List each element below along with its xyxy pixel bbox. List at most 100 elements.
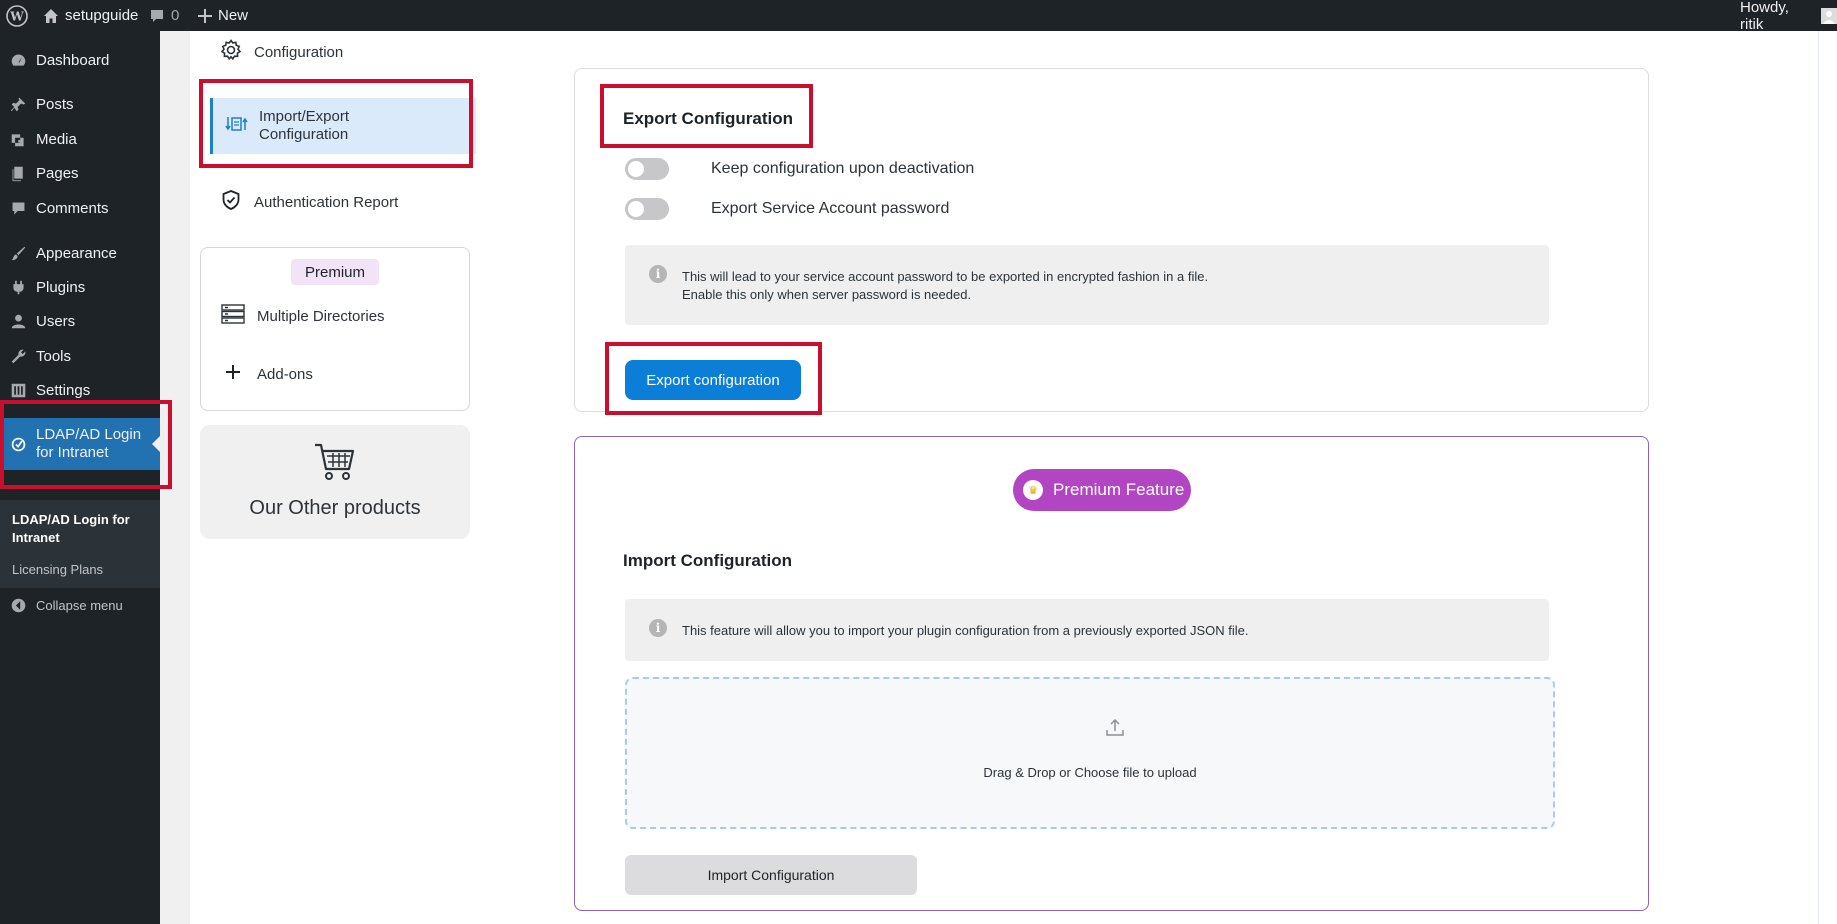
other-products-card[interactable]: Our Other products (200, 425, 470, 539)
crown-icon: ♛ (1023, 480, 1043, 500)
menu-label-dashboard: Dashboard (36, 51, 110, 69)
new-label: New (218, 7, 249, 24)
plugin-icon (0, 279, 36, 296)
current-menu-arrow (152, 436, 160, 452)
toggle-knob (628, 201, 644, 217)
info-icon: i (649, 619, 667, 637)
ldap-plugin-icon (0, 436, 36, 453)
ldap-submenu: LDAP/AD Login for Intranet Licensing Pla… (0, 500, 160, 588)
wrench-icon (0, 348, 36, 365)
menu-item-media[interactable]: Media (0, 124, 160, 154)
submenu-item-licensing[interactable]: Licensing Plans (12, 562, 103, 577)
avatar (1821, 7, 1837, 24)
other-products-label: Our Other products (249, 497, 421, 519)
media-icon (0, 131, 36, 148)
admin-bar: W setupguide 0 New Howdy, ritik (0, 0, 1837, 33)
nav-configuration[interactable]: Configuration (220, 39, 343, 65)
comments-count: 0 (171, 7, 180, 24)
import-info-text: This feature will allow you to import yo… (682, 623, 1249, 638)
export-configuration-card: Export Configuration Keep configuration … (574, 68, 1649, 412)
premium-tag: Premium (291, 259, 379, 285)
export-info-line1: This will lead to your service account p… (682, 269, 1209, 284)
nav-label-configuration: Configuration (254, 43, 344, 61)
menu-label-posts: Posts (36, 95, 74, 113)
comments-icon (0, 200, 36, 217)
plugin-nav-panel: Configuration Import/Export Configuratio… (190, 31, 498, 924)
menu-label-appearance: Appearance (36, 244, 117, 262)
menu-item-tools[interactable]: Tools (0, 341, 160, 371)
premium-section: Premium Multiple Directories Add-ons (200, 247, 470, 411)
nav-label-import-export: Import/Export Configuration (259, 108, 350, 143)
menu-item-dashboard[interactable]: Dashboard (0, 45, 160, 75)
plus-icon (198, 8, 212, 23)
menu-item-appearance[interactable]: Appearance (0, 238, 160, 268)
nav-label-addons: Add-ons (257, 365, 313, 383)
menu-item-posts[interactable]: Posts (0, 89, 160, 119)
users-icon (0, 313, 36, 330)
import-configuration-card: ♛ Premium Feature Import Configuration i… (574, 436, 1649, 911)
export-info-box: i This will lead to your service account… (625, 245, 1549, 325)
premium-feature-label: Premium Feature (1053, 480, 1185, 499)
menu-label-ldap: LDAP/AD Login for Intranet (36, 426, 142, 461)
home-icon (43, 8, 59, 24)
pushpin-icon (0, 96, 36, 113)
keep-config-row: Keep configuration upon deactivation (625, 158, 974, 180)
divider (1818, 31, 1819, 924)
import-info-box: i This feature will allow you to import … (625, 599, 1549, 661)
my-account-link[interactable]: Howdy, ritik (1740, 0, 1837, 33)
menu-item-plugins[interactable]: Plugins (0, 272, 160, 302)
export-info-line2: Enable this only when server password is… (682, 287, 972, 302)
import-title: Import Configuration (623, 551, 793, 570)
export-password-label: Export Service Account password (711, 200, 950, 217)
menu-item-users[interactable]: Users (0, 306, 160, 336)
dashboard-icon (0, 52, 36, 69)
collapse-menu-button[interactable]: Collapse menu (0, 590, 160, 620)
export-password-toggle[interactable] (625, 198, 669, 220)
shield-check-icon (220, 189, 242, 215)
menu-label-tools: Tools (36, 347, 72, 365)
keep-config-toggle[interactable] (625, 158, 669, 180)
menu-label-settings: Settings (36, 381, 91, 399)
menu-label-comments: Comments (36, 199, 109, 217)
dropzone-text: Drag & Drop or Choose file to upload (983, 765, 1197, 780)
menu-item-comments[interactable]: Comments (0, 193, 160, 223)
main-content: Export Configuration Keep configuration … (498, 31, 1837, 924)
nav-authentication-report[interactable]: Authentication Report (220, 189, 398, 215)
menu-item-settings[interactable]: Settings (0, 375, 160, 405)
menu-label-media: Media (36, 130, 77, 148)
new-content-link[interactable]: New (198, 0, 248, 31)
nav-import-export[interactable]: Import/Export Configuration (210, 98, 476, 154)
collapse-menu-label: Collapse menu (36, 597, 123, 613)
admin-menu: Dashboard Posts Media Pages Comments App… (0, 31, 160, 924)
submenu-item-ldap-login[interactable]: LDAP/AD Login for Intranet (12, 511, 152, 547)
export-title: Export Configuration (623, 109, 793, 128)
howdy-text: Howdy, ritik (1740, 0, 1789, 33)
nav-addons[interactable]: Add-ons (221, 362, 313, 386)
wordpress-logo-icon[interactable]: W (6, 0, 28, 31)
menu-label-pages: Pages (36, 164, 79, 182)
upload-icon (1105, 717, 1125, 742)
comment-bubble-icon (149, 8, 165, 24)
keep-config-label: Keep configuration upon deactivation (711, 160, 975, 177)
import-configuration-button[interactable]: Import Configuration (625, 855, 917, 895)
plus-icon (221, 362, 245, 386)
shopping-cart-icon (314, 441, 356, 488)
info-icon: i (649, 265, 667, 283)
nav-label-authentication-report: Authentication Report (254, 193, 399, 211)
menu-item-pages[interactable]: Pages (0, 158, 160, 188)
menu-label-users: Users (36, 312, 76, 330)
nav-multiple-directories[interactable]: Multiple Directories (221, 304, 385, 328)
site-name: setupguide (65, 7, 139, 24)
export-password-row: Export Service Account password (625, 198, 949, 220)
directories-icon (221, 304, 245, 328)
nav-label-multiple-directories: Multiple Directories (257, 307, 385, 325)
toggle-knob (628, 161, 644, 177)
file-dropzone[interactable]: Drag & Drop or Choose file to upload (625, 677, 1555, 829)
menu-item-ldap-login[interactable]: LDAP/AD Login for Intranet (0, 418, 160, 470)
comments-link[interactable]: 0 (149, 0, 179, 31)
export-configuration-button[interactable]: Export configuration (625, 360, 801, 400)
site-name-link[interactable]: setupguide (43, 0, 138, 31)
menu-label-plugins: Plugins (36, 278, 86, 296)
svg-text:W: W (9, 9, 24, 23)
import-export-icon (225, 113, 249, 139)
